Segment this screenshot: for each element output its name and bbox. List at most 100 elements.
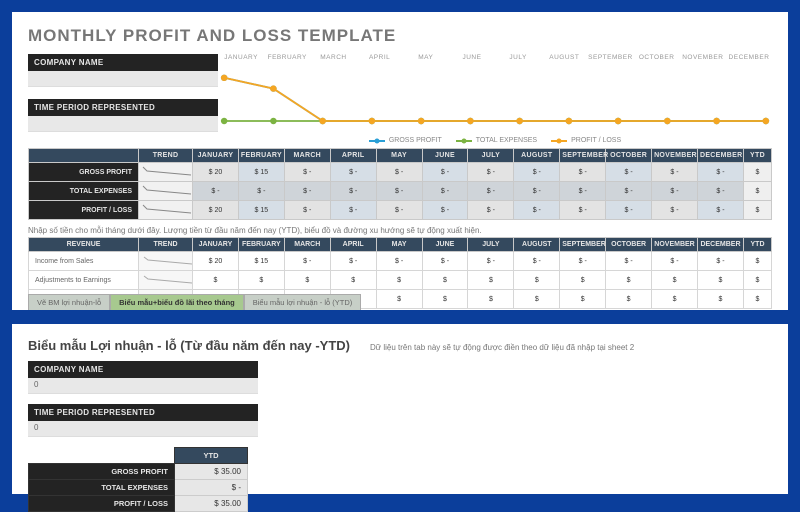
summary-cell[interactable]: $ 20	[193, 163, 239, 182]
summary-cell[interactable]: $ -	[330, 163, 376, 182]
revenue-cell[interactable]: $	[514, 290, 560, 309]
summary-col-header: JANUARY	[193, 149, 239, 163]
summary-cell[interactable]: $ -	[422, 163, 468, 182]
revenue-cell[interactable]: $ -	[697, 252, 743, 271]
summary-cell[interactable]: $ -	[376, 182, 422, 201]
trend-cell	[139, 201, 193, 220]
revenue-cell[interactable]: $	[514, 271, 560, 290]
revenue-cell[interactable]: $	[330, 271, 376, 290]
summary-cell[interactable]: $ 15	[238, 163, 284, 182]
summary-cell[interactable]: $ -	[330, 201, 376, 220]
summary-cell[interactable]: $ -	[606, 182, 652, 201]
revenue-cell[interactable]: $ -	[284, 252, 330, 271]
summary-cell[interactable]: $ -	[606, 201, 652, 220]
summary-row-label: PROFIT / LOSS	[29, 201, 139, 220]
revenue-cell[interactable]: $	[468, 271, 514, 290]
summary-col-header: MARCH	[284, 149, 330, 163]
revenue-cell[interactable]: $	[697, 271, 743, 290]
summary-cell[interactable]: $ -	[330, 182, 376, 201]
chart-month-label: JULY	[495, 54, 541, 61]
revenue-cell[interactable]: $ -	[652, 252, 698, 271]
summary-cell[interactable]: $ 15	[238, 201, 284, 220]
revenue-col-header: YTD	[744, 238, 772, 252]
summary-cell[interactable]: $ -	[284, 182, 330, 201]
summary-ytd-cell: $	[744, 201, 772, 220]
revenue-cell[interactable]: $	[422, 271, 468, 290]
revenue-cell[interactable]: $ -	[376, 252, 422, 271]
revenue-ytd-cell: $	[744, 290, 772, 309]
revenue-col-header: NOVEMBER	[652, 238, 698, 252]
sheet-tabs: Vẽ BM lợi nhuận-lỗ Biểu mẫu+biểu đồ lãi …	[28, 294, 361, 310]
revenue-cell[interactable]: $	[376, 290, 422, 309]
summary-cell[interactable]: $ -	[514, 182, 560, 201]
summary-ytd-cell: $	[744, 182, 772, 201]
summary-cell[interactable]: $ -	[468, 182, 514, 201]
summary-cell[interactable]: $ -	[514, 163, 560, 182]
revenue-ytd-cell: $	[744, 271, 772, 290]
page2-subtitle: Dữ liệu trên tab này sẽ tự động được điề…	[370, 343, 634, 352]
revenue-cell[interactable]: $	[606, 271, 652, 290]
summary-cell[interactable]: $ -	[468, 163, 514, 182]
summary-cell[interactable]: $ 20	[193, 201, 239, 220]
tab-2[interactable]: Biểu mẫu lợi nhuận - lỗ (YTD)	[244, 294, 362, 310]
ytd-row-value: $ 35.00	[175, 464, 248, 480]
summary-cell[interactable]: $ -	[697, 163, 743, 182]
summary-cell[interactable]: $ -	[560, 201, 606, 220]
summary-cell[interactable]: $ -	[422, 201, 468, 220]
summary-cell[interactable]: $ -	[560, 182, 606, 201]
summary-cell[interactable]: $ -	[238, 182, 284, 201]
summary-cell[interactable]: $ -	[697, 201, 743, 220]
summary-col-header: TREND	[139, 149, 193, 163]
revenue-cell[interactable]: $ 15	[238, 252, 284, 271]
revenue-cell[interactable]: $ -	[330, 252, 376, 271]
summary-cell[interactable]: $ -	[284, 201, 330, 220]
revenue-cell[interactable]: $	[193, 271, 239, 290]
revenue-cell[interactable]: $	[422, 290, 468, 309]
summary-col-header: AUGUST	[514, 149, 560, 163]
revenue-cell[interactable]: $ -	[514, 252, 560, 271]
p2-company-value[interactable]: 0	[28, 378, 258, 394]
revenue-cell[interactable]: $	[606, 290, 652, 309]
revenue-cell[interactable]: $	[238, 271, 284, 290]
summary-cell[interactable]: $ -	[514, 201, 560, 220]
revenue-cell[interactable]: $	[284, 271, 330, 290]
revenue-cell[interactable]: $ -	[422, 252, 468, 271]
revenue-cell[interactable]: $	[652, 290, 698, 309]
legend-gross-profit: GROSS PROFIT	[389, 137, 442, 144]
revenue-cell[interactable]: $	[652, 271, 698, 290]
summary-cell[interactable]: $ -	[422, 182, 468, 201]
time-period-input[interactable]	[28, 116, 218, 132]
p2-period-value[interactable]: 0	[28, 421, 258, 437]
company-name-input[interactable]	[28, 71, 218, 87]
summary-cell[interactable]: $ -	[697, 182, 743, 201]
summary-cell[interactable]: $ -	[284, 163, 330, 182]
revenue-col-header: SEPTEMBER	[560, 238, 606, 252]
revenue-cell[interactable]: $ -	[606, 252, 652, 271]
summary-cell[interactable]: $ -	[376, 163, 422, 182]
summary-cell[interactable]: $ -	[468, 201, 514, 220]
chart-canvas	[218, 61, 772, 127]
revenue-col-header: TREND	[139, 238, 193, 252]
summary-cell[interactable]: $ -	[560, 163, 606, 182]
summary-cell[interactable]: $ -	[652, 201, 698, 220]
revenue-cell[interactable]: $	[468, 290, 514, 309]
summary-cell[interactable]: $ -	[652, 182, 698, 201]
summary-col-header: OCTOBER	[606, 149, 652, 163]
page2-title: Biểu mẫu Lợi nhuận - lỗ (Từ đầu năm đến …	[28, 338, 350, 353]
revenue-cell[interactable]: $ -	[468, 252, 514, 271]
tab-0[interactable]: Vẽ BM lợi nhuận-lỗ	[28, 294, 110, 310]
revenue-cell[interactable]: $	[560, 271, 606, 290]
summary-cell[interactable]: $ -	[193, 182, 239, 201]
revenue-cell[interactable]: $ 20	[193, 252, 239, 271]
summary-ytd-cell: $	[744, 163, 772, 182]
ytd-row-label: TOTAL EXPENSES	[29, 480, 175, 496]
revenue-cell[interactable]: $	[697, 290, 743, 309]
revenue-cell[interactable]: $	[376, 271, 422, 290]
summary-cell[interactable]: $ -	[652, 163, 698, 182]
summary-cell[interactable]: $ -	[606, 163, 652, 182]
tab-1[interactable]: Biểu mẫu+biểu đồ lãi theo tháng	[110, 294, 244, 310]
summary-cell[interactable]: $ -	[376, 201, 422, 220]
revenue-cell[interactable]: $	[560, 290, 606, 309]
company-name-label: COMPANY NAME	[28, 54, 218, 71]
revenue-cell[interactable]: $ -	[560, 252, 606, 271]
